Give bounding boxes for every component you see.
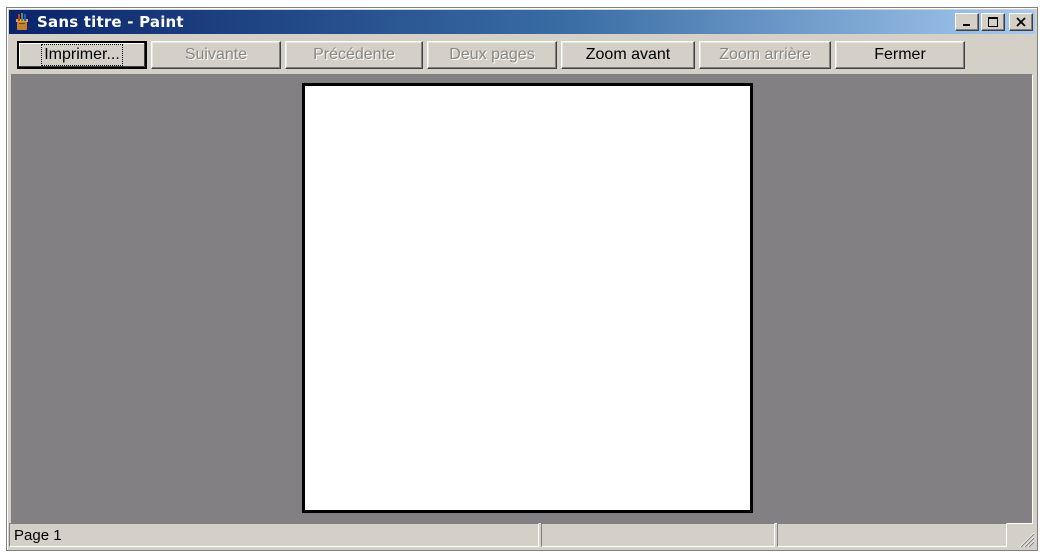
zoom-out-button-label: Zoom arrière bbox=[719, 46, 811, 63]
status-pane-3 bbox=[777, 523, 1007, 547]
two-pages-button-label: Deux pages bbox=[449, 46, 535, 63]
next-page-button-label: Suivante bbox=[184, 46, 248, 63]
close-icon bbox=[1016, 17, 1026, 27]
print-button-label: Imprimer... bbox=[41, 44, 123, 66]
preview-area[interactable] bbox=[11, 74, 1033, 524]
maximize-icon bbox=[988, 17, 998, 27]
window-title: Sans titre - Paint bbox=[37, 13, 184, 31]
previous-page-button[interactable]: Précédente bbox=[285, 41, 423, 69]
minimize-button[interactable] bbox=[955, 13, 979, 31]
close-preview-button-label: Fermer bbox=[874, 46, 926, 63]
preview-page[interactable] bbox=[302, 83, 753, 513]
zoom-in-button[interactable]: Zoom avant bbox=[561, 41, 695, 69]
status-page-indicator: Page 1 bbox=[9, 523, 539, 547]
window-controls bbox=[955, 13, 1033, 31]
paint-print-preview-window: Sans titre - Paint Imprimer... Suivante … bbox=[6, 7, 1038, 551]
title-bar[interactable]: Sans titre - Paint bbox=[9, 10, 1035, 34]
previous-page-button-label: Précédente bbox=[313, 46, 395, 63]
close-preview-button[interactable]: Fermer bbox=[835, 41, 965, 69]
close-window-button[interactable] bbox=[1009, 13, 1033, 31]
zoom-out-button[interactable]: Zoom arrière bbox=[699, 41, 831, 69]
maximize-button[interactable] bbox=[981, 13, 1005, 31]
resize-grip-icon[interactable] bbox=[1015, 528, 1035, 548]
print-button[interactable]: Imprimer... bbox=[17, 41, 147, 69]
minimize-icon bbox=[963, 24, 970, 26]
status-bar: Page 1 bbox=[9, 522, 1035, 548]
zoom-in-button-label: Zoom avant bbox=[585, 46, 671, 63]
paint-app-icon bbox=[16, 13, 28, 30]
next-page-button[interactable]: Suivante bbox=[151, 41, 281, 69]
two-pages-button[interactable]: Deux pages bbox=[427, 41, 557, 69]
status-pane-2 bbox=[541, 523, 775, 547]
print-preview-toolbar: Imprimer... Suivante Précédente Deux pag… bbox=[11, 39, 1033, 71]
